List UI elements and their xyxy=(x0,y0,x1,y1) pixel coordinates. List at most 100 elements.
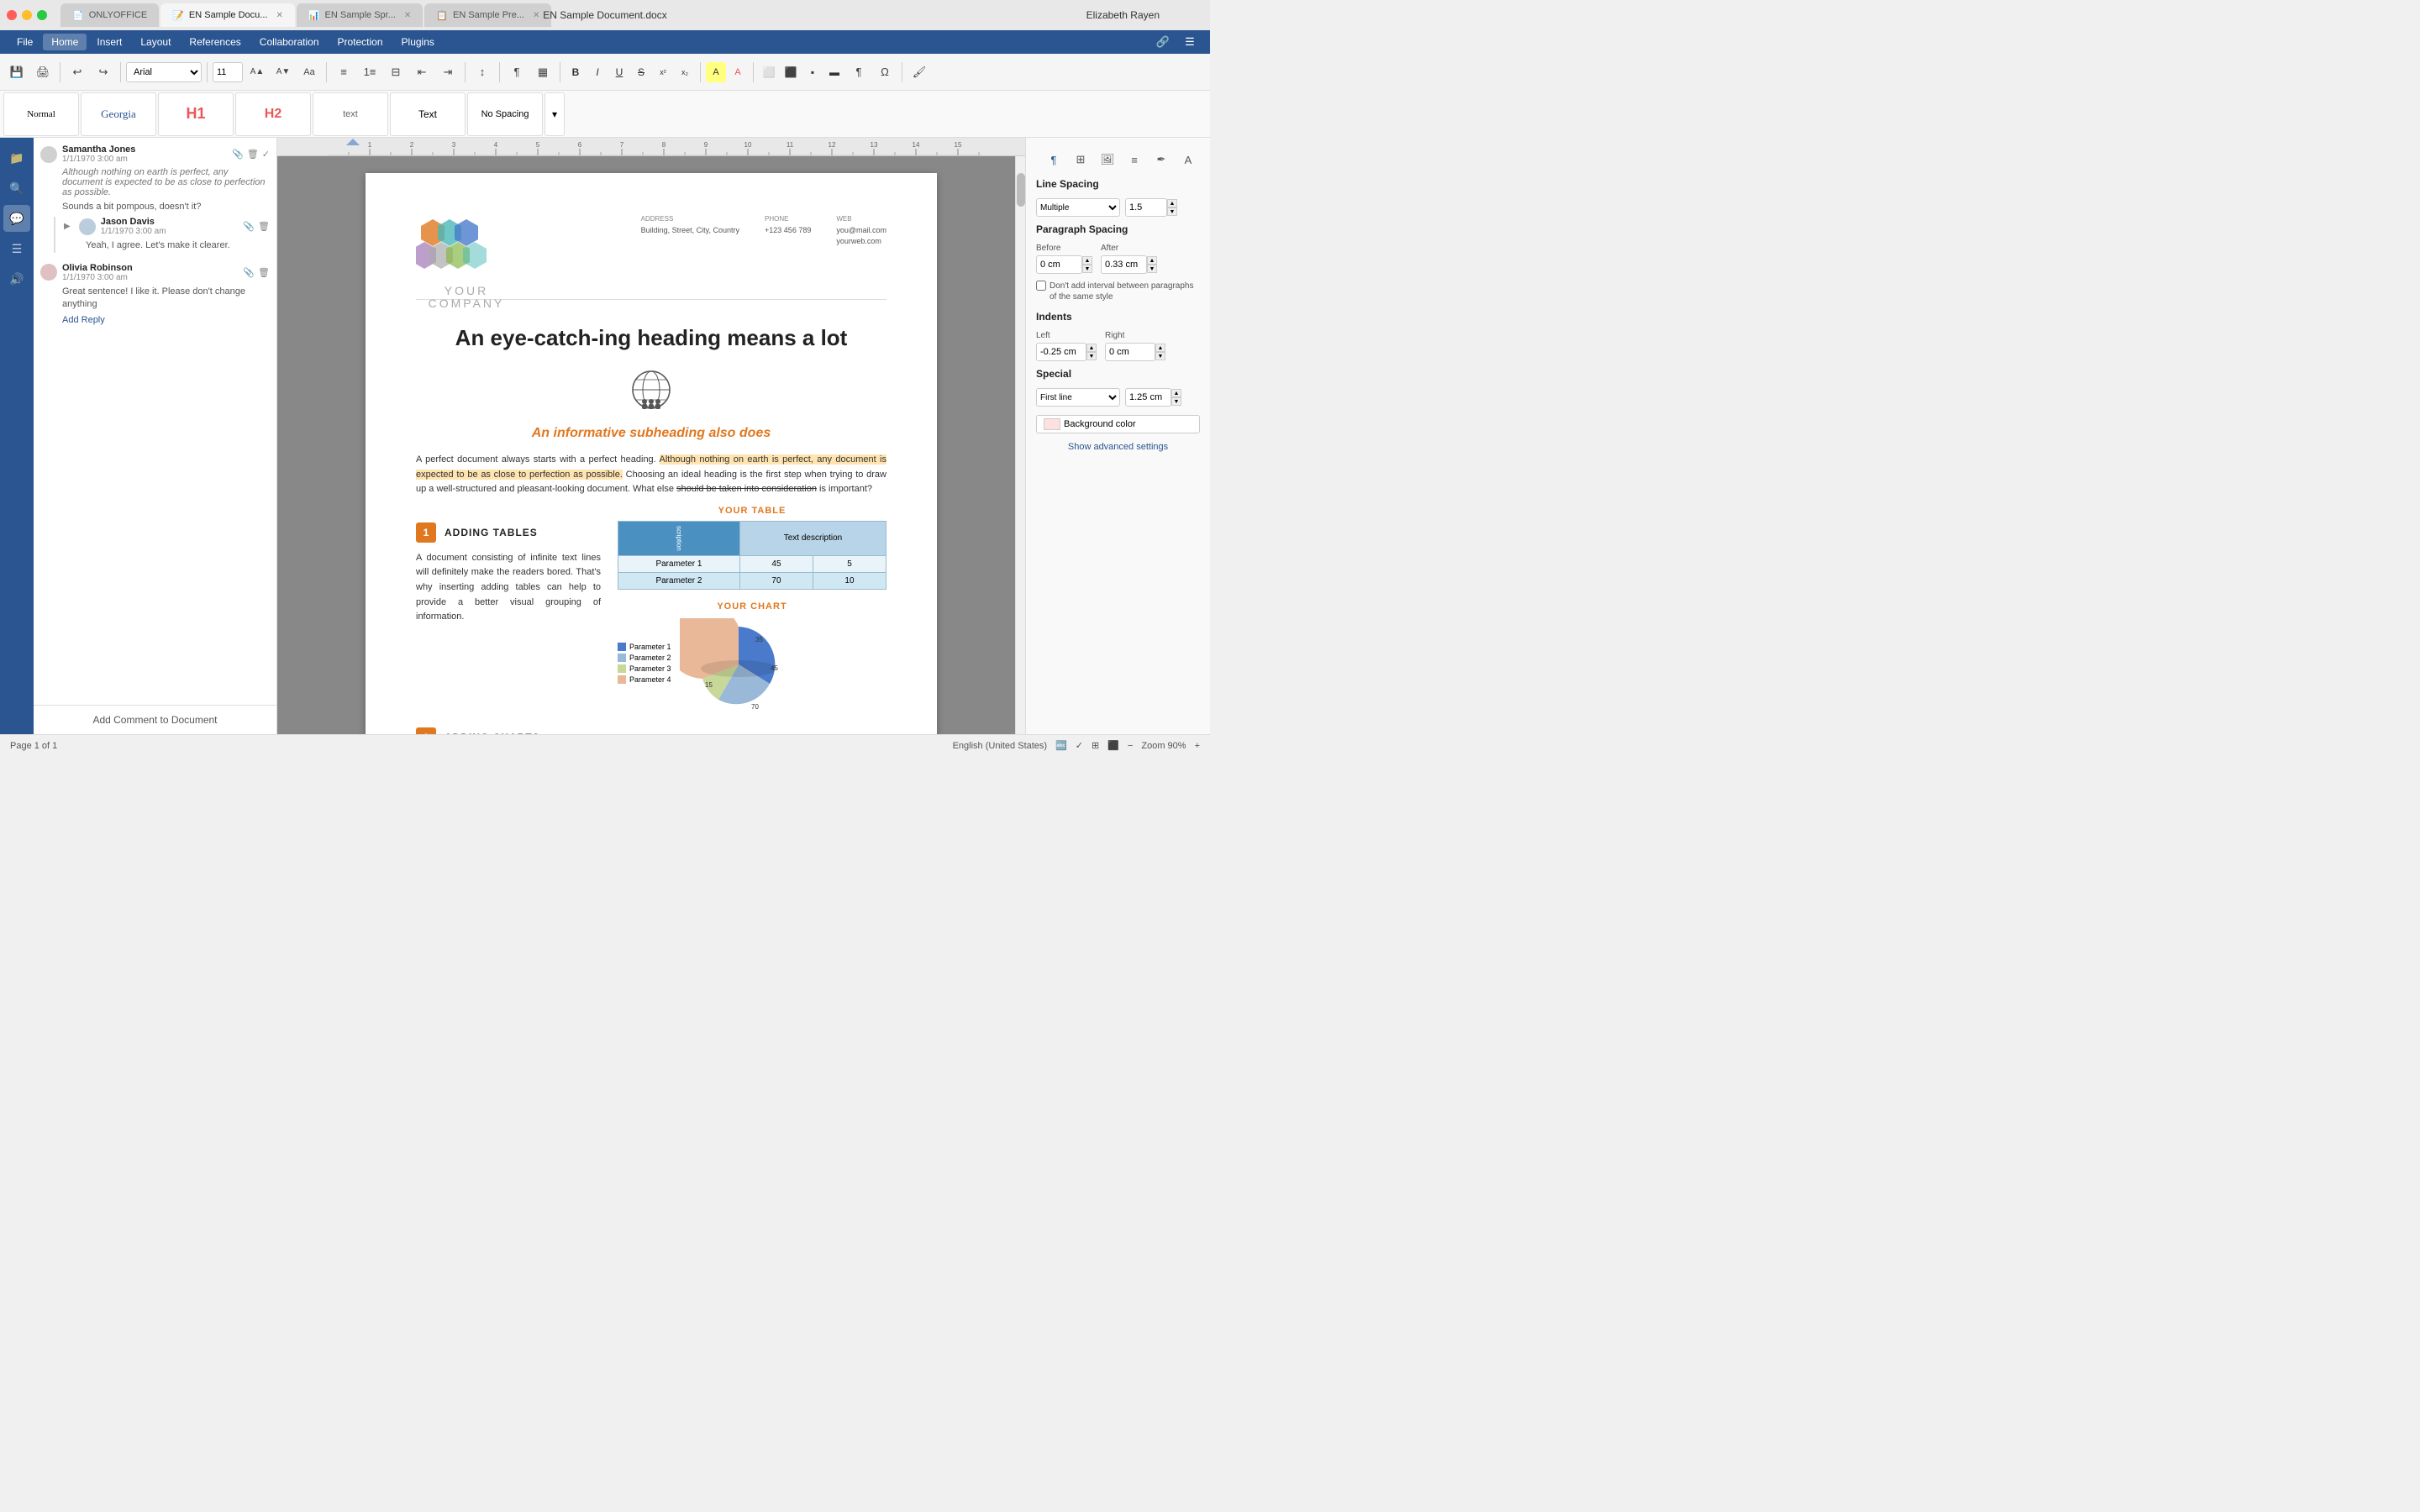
hamburger-menu-icon[interactable]: ☰ xyxy=(1178,30,1202,54)
zoom-in-icon[interactable]: + xyxy=(1195,741,1200,751)
add-reply-button[interactable]: Add Reply xyxy=(62,315,270,325)
spin-up-left[interactable]: ▲ xyxy=(1086,344,1097,352)
spell-check-icon[interactable]: 🔤 xyxy=(1055,740,1067,751)
subscript-button[interactable]: x₂ xyxy=(675,62,695,82)
print-icon[interactable]: 🖨 xyxy=(31,60,55,84)
strikethrough-button[interactable]: S xyxy=(631,62,651,82)
comment-attach-icon[interactable]: 📎 xyxy=(232,149,244,160)
right-indent-spinner[interactable]: ▲ ▼ xyxy=(1155,344,1165,360)
sidebar-comments-icon[interactable]: 💬 xyxy=(3,205,30,232)
font-case-icon[interactable]: Aa xyxy=(297,60,321,84)
redo-icon[interactable]: ↪ xyxy=(92,60,115,84)
dont-add-checkbox[interactable] xyxy=(1036,281,1046,291)
menu-protection[interactable]: Protection xyxy=(329,34,392,50)
decrease-indent-icon[interactable]: ⇤ xyxy=(410,60,434,84)
reply-delete-icon[interactable]: 🗑 xyxy=(258,221,270,232)
tab-onlyoffice[interactable]: 📄 ONLYOFFICE xyxy=(60,3,159,27)
spin-down-button[interactable]: ▼ xyxy=(1167,207,1177,216)
menu-file[interactable]: File xyxy=(8,34,41,50)
spin-down-before[interactable]: ▼ xyxy=(1082,265,1092,273)
comment-resolve-icon[interactable]: ✓ xyxy=(262,149,270,160)
sidebar-file-icon[interactable]: 📁 xyxy=(3,144,30,171)
add-comment-button[interactable]: Add Comment to Document xyxy=(42,714,268,726)
copy-style-icon[interactable]: 🖌 xyxy=(908,60,931,84)
menu-collaboration[interactable]: Collaboration xyxy=(251,34,328,50)
close-button[interactable] xyxy=(7,10,17,20)
bullets-icon[interactable]: ≡ xyxy=(332,60,355,84)
spin-up-before[interactable]: ▲ xyxy=(1082,256,1092,265)
menu-references[interactable]: References xyxy=(181,34,249,50)
style-text-upper[interactable]: Text xyxy=(390,92,466,136)
font-size-input[interactable] xyxy=(213,62,243,82)
spin-up-special[interactable]: ▲ xyxy=(1171,389,1181,397)
comment-delete-icon[interactable]: 🗑 xyxy=(258,267,270,278)
sidebar-search-icon[interactable]: 🔍 xyxy=(3,175,30,202)
track-changes-icon[interactable]: ✓ xyxy=(1076,740,1083,751)
language-selector[interactable]: English (United States) xyxy=(953,741,1048,751)
background-color-button[interactable]: Background color xyxy=(1036,415,1200,433)
right-indent-input[interactable] xyxy=(1105,343,1155,361)
tab-close-icon[interactable]: ✕ xyxy=(404,11,411,20)
style-no-spacing[interactable]: No Spacing xyxy=(467,92,543,136)
style-text-lower[interactable]: text xyxy=(313,92,388,136)
sidebar-toc-icon[interactable]: ☰ xyxy=(3,235,30,262)
vertical-scrollbar[interactable] xyxy=(1015,156,1025,734)
style-normal[interactable]: Normal xyxy=(3,92,79,136)
signature-icon[interactable]: ✒ xyxy=(1150,148,1173,171)
line-spacing-select[interactable]: Multiple xyxy=(1036,198,1120,217)
zoom-out-icon[interactable]: − xyxy=(1128,741,1133,751)
style-h2[interactable]: H2 xyxy=(235,92,311,136)
comment-delete-icon[interactable]: 🗑 xyxy=(247,149,259,160)
italic-button[interactable]: I xyxy=(587,62,608,82)
style-h1[interactable]: H1 xyxy=(158,92,234,136)
line-spacing-icon[interactable]: ↕ xyxy=(471,60,494,84)
spin-up-after[interactable]: ▲ xyxy=(1147,256,1157,265)
header-footer-icon[interactable]: ≡ xyxy=(1123,148,1146,171)
undo-icon[interactable]: ↩ xyxy=(66,60,89,84)
line-spacing-spinner[interactable]: ▲ ▼ xyxy=(1167,199,1177,216)
save-icon[interactable]: 💾 xyxy=(5,60,29,84)
align-justify-button[interactable]: ▬ xyxy=(824,62,844,82)
style-gallery-expand[interactable]: ▾ xyxy=(544,92,565,136)
comment-attach-icon[interactable]: 📎 xyxy=(243,267,255,278)
multilevel-list-icon[interactable]: ⊟ xyxy=(384,60,408,84)
style-georgia[interactable]: Georgia xyxy=(81,92,156,136)
before-spinner[interactable]: ▲ ▼ xyxy=(1082,256,1092,273)
spin-down-after[interactable]: ▼ xyxy=(1147,265,1157,273)
paragraph-settings-icon[interactable]: ¶ xyxy=(847,60,871,84)
highlight-button[interactable]: A xyxy=(706,62,726,82)
spin-down-right[interactable]: ▼ xyxy=(1155,352,1165,360)
spin-down-left[interactable]: ▼ xyxy=(1086,352,1097,360)
save-to-cloud-icon[interactable]: 🔗 xyxy=(1151,30,1175,54)
minimize-button[interactable] xyxy=(22,10,32,20)
after-spinner[interactable]: ▲ ▼ xyxy=(1147,256,1157,273)
font-size-increase-icon[interactable]: A▲ xyxy=(245,60,269,84)
numbered-list-icon[interactable]: 1≡ xyxy=(358,60,381,84)
shading-icon[interactable]: ▦ xyxy=(531,60,555,84)
nonprinting-chars-icon[interactable]: ¶ xyxy=(505,60,529,84)
spin-down-special[interactable]: ▼ xyxy=(1171,397,1181,406)
spin-up-button[interactable]: ▲ xyxy=(1167,199,1177,207)
bold-button[interactable]: B xyxy=(566,62,586,82)
font-color-button[interactable]: A xyxy=(728,62,748,82)
align-center-button[interactable]: ⬛ xyxy=(781,62,801,82)
document-scroll[interactable]: YOUR COMPANY ADDRESS Building, Street, C… xyxy=(277,156,1025,734)
spin-up-right[interactable]: ▲ xyxy=(1155,344,1165,352)
view-mode-icon[interactable]: ⊞ xyxy=(1092,740,1099,751)
after-input[interactable] xyxy=(1101,255,1147,274)
fit-page-icon[interactable]: ⬛ xyxy=(1107,740,1119,751)
menu-plugins[interactable]: Plugins xyxy=(393,34,443,50)
maximize-button[interactable] xyxy=(37,10,47,20)
special-select[interactable]: First line xyxy=(1036,388,1120,407)
menu-insert[interactable]: Insert xyxy=(88,34,130,50)
menu-layout[interactable]: Layout xyxy=(132,34,179,50)
tab-spreadsheet[interactable]: 📊 EN Sample Spr... ✕ xyxy=(297,3,423,27)
left-indent-spinner[interactable]: ▲ ▼ xyxy=(1086,344,1097,360)
special-input[interactable] xyxy=(1125,388,1171,407)
show-advanced-link[interactable]: Show advanced settings xyxy=(1036,442,1200,452)
tab-close-icon[interactable]: ✕ xyxy=(533,11,539,20)
before-input[interactable] xyxy=(1036,255,1082,274)
paragraph-icon[interactable]: ¶ xyxy=(1042,148,1065,171)
font-size-decrease-icon[interactable]: A▼ xyxy=(271,60,295,84)
align-left-button[interactable]: ⬜ xyxy=(759,62,779,82)
